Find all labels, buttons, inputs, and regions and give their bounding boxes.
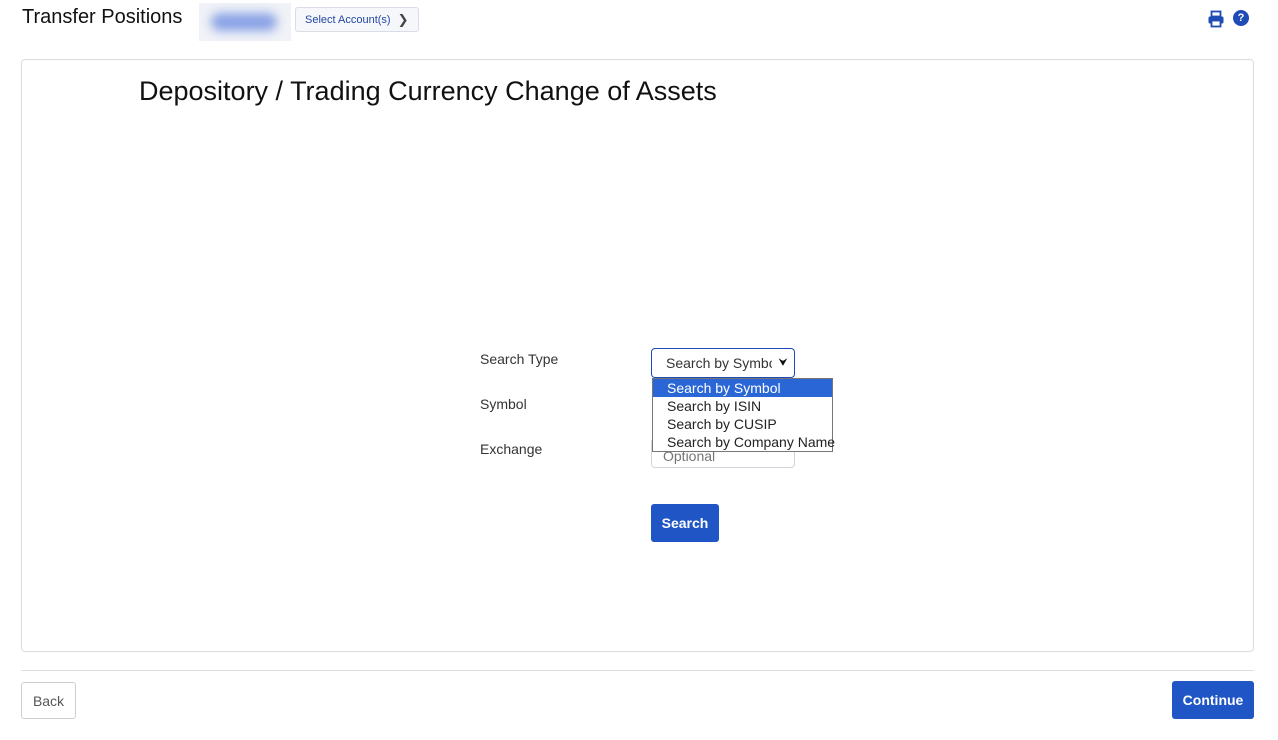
- continue-button[interactable]: Continue: [1172, 681, 1254, 719]
- account-number-redacted: [199, 3, 291, 41]
- footer-divider: [21, 670, 1254, 671]
- option-search-by-symbol[interactable]: Search by Symbol: [653, 379, 832, 397]
- select-accounts-label: Select Account(s): [305, 13, 391, 26]
- search-type-label: Search Type: [480, 351, 559, 367]
- chevron-down-icon: ⮟: [778, 356, 788, 369]
- option-search-by-isin[interactable]: Search by ISIN: [653, 397, 832, 415]
- page-title: Transfer Positions: [22, 6, 183, 28]
- select-accounts-button[interactable]: Select Account(s) ❯: [295, 7, 419, 32]
- print-icon[interactable]: [1207, 10, 1225, 28]
- exchange-label: Exchange: [480, 441, 543, 457]
- symbol-label: Symbol: [480, 396, 527, 412]
- search-type-select[interactable]: Search by Symbol ⮟: [651, 348, 795, 378]
- main-panel: Depository / Trading Currency Change of …: [21, 59, 1254, 652]
- option-search-by-company-name[interactable]: Search by Company Name: [653, 433, 835, 451]
- chevron-right-icon: ❯: [397, 11, 409, 27]
- help-glyph: ?: [1237, 12, 1245, 24]
- search-type-value: Search by Symbol: [666, 355, 772, 371]
- section-title: Depository / Trading Currency Change of …: [139, 76, 717, 106]
- top-bar: Transfer Positions Select Account(s) ❯ ?: [0, 0, 1278, 44]
- back-button[interactable]: Back: [21, 682, 76, 719]
- search-button[interactable]: Search: [651, 504, 719, 542]
- help-icon[interactable]: ?: [1233, 10, 1249, 26]
- option-search-by-cusip[interactable]: Search by CUSIP: [653, 415, 832, 433]
- search-type-dropdown: Search by Symbol Search by ISIN Search b…: [652, 378, 835, 452]
